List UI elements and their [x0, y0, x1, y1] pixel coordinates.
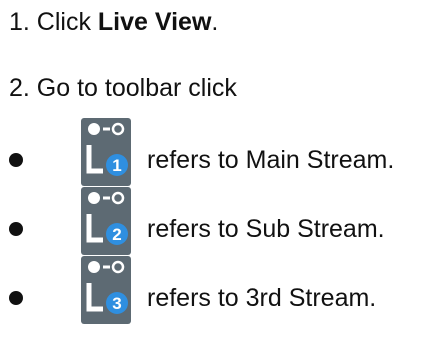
- bullet-dot: [9, 222, 23, 236]
- stream-item-sub: 2 refers to Sub Stream.: [0, 187, 443, 257]
- stream-item-third: 3 refers to 3rd Stream.: [0, 256, 443, 326]
- stream-number-2: 2: [112, 225, 121, 244]
- main-stream-icon[interactable]: 1: [81, 118, 131, 186]
- sub-stream-text: refers to Sub Stream.: [147, 215, 385, 243]
- step-2: 2. Go to toolbar click: [9, 74, 237, 102]
- third-stream-text: refers to 3rd Stream.: [147, 284, 377, 312]
- step-1-suffix: .: [211, 8, 219, 36]
- live-view-label: Live View: [97, 8, 212, 36]
- step-1-prefix: 1. Click: [9, 8, 98, 36]
- third-stream-icon[interactable]: 3: [81, 256, 131, 324]
- main-stream-text: refers to Main Stream.: [147, 146, 395, 174]
- stream-number-1: 1: [112, 156, 121, 175]
- bullet-dot: [9, 291, 23, 305]
- stream-item-main: 1 refers to Main Stream.: [0, 118, 443, 188]
- step-1: 1. Click Live View.: [9, 7, 218, 37]
- stream-number-3: 3: [112, 294, 121, 313]
- sub-stream-icon[interactable]: 2: [81, 187, 131, 255]
- bullet-dot: [9, 153, 23, 167]
